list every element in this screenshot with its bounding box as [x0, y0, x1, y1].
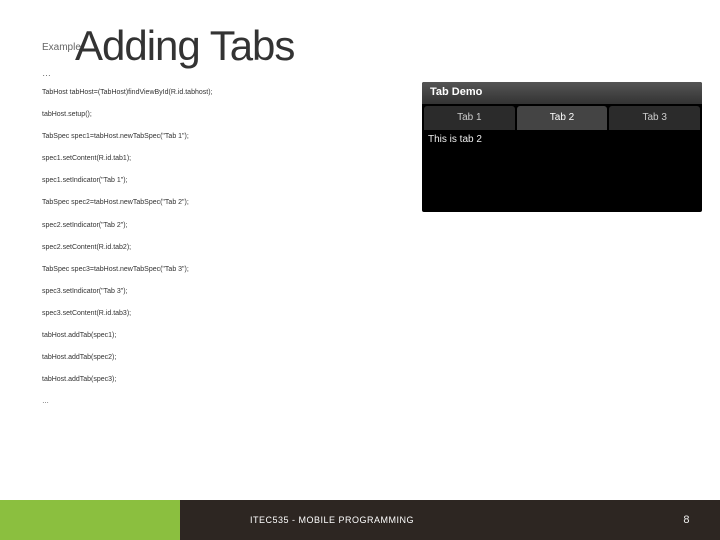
footer-main: ITEC535 - MOBILE PROGRAMMING 8 [180, 500, 720, 540]
code-line: tabHost.addTab(spec1); [42, 331, 352, 340]
code-line: TabSpec spec3=tabHost.newTabSpec("Tab 3"… [42, 265, 352, 274]
page-number: 8 [683, 514, 690, 526]
slide: Example: Adding Tabs … TabHost tabHost=(… [0, 0, 720, 540]
code-line: tabHost.setup(); [42, 110, 352, 119]
code-line: tabHost.addTab(spec3); [42, 375, 352, 384]
page-title: Adding Tabs [75, 22, 294, 70]
tab-strip: Tab 1 Tab 2 Tab 3 [422, 104, 702, 130]
code-line: spec1.setContent(R.id.tab1); [42, 154, 352, 163]
code-line: TabSpec spec1=tabHost.newTabSpec("Tab 1"… [42, 132, 352, 141]
footer: ITEC535 - MOBILE PROGRAMMING 8 [0, 500, 720, 540]
tab-3[interactable]: Tab 3 [609, 106, 700, 130]
code-line: spec3.setContent(R.id.tab3); [42, 309, 352, 318]
code-line: TabSpec spec2=tabHost.newTabSpec("Tab 2"… [42, 198, 352, 207]
code-block: TabHost tabHost=(TabHost)findViewById(R.… [42, 88, 352, 419]
tab-content: This is tab 2 [422, 130, 702, 149]
code-line: spec3.setIndicator("Tab 3"); [42, 287, 352, 296]
tab-1[interactable]: Tab 1 [424, 106, 515, 130]
code-line: spec2.setIndicator("Tab 2"); [42, 221, 352, 230]
code-line: … [42, 397, 352, 406]
code-line: tabHost.addTab(spec2); [42, 353, 352, 362]
footer-accent [0, 500, 180, 540]
ellipsis-top: … [42, 68, 51, 78]
code-line: spec1.setIndicator("Tab 1"); [42, 176, 352, 185]
tab-2[interactable]: Tab 2 [517, 106, 608, 130]
code-line: spec2.setContent(R.id.tab2); [42, 243, 352, 252]
code-line: TabHost tabHost=(TabHost)findViewById(R.… [42, 88, 352, 97]
device-screenshot: Tab Demo Tab 1 Tab 2 Tab 3 This is tab 2 [422, 82, 702, 212]
device-titlebar: Tab Demo [422, 82, 702, 104]
footer-course: ITEC535 - MOBILE PROGRAMMING [250, 515, 414, 525]
